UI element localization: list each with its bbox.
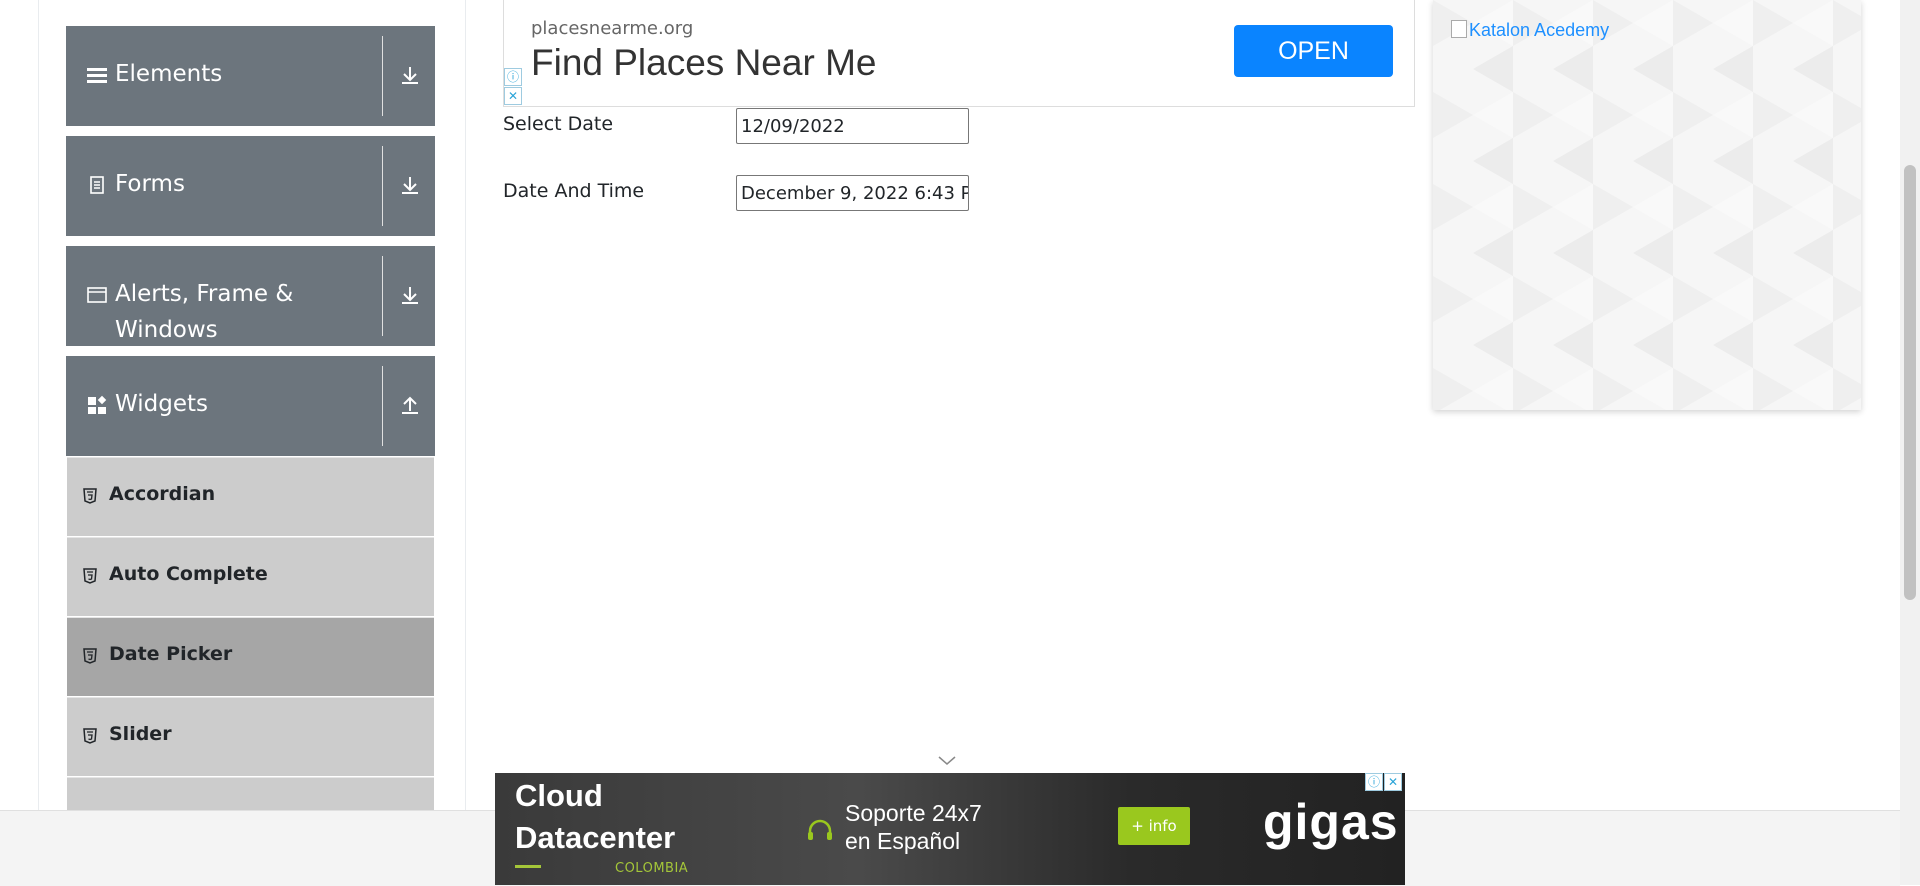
ad-headline[interactable]: Find Places Near Me (531, 42, 876, 84)
divider (382, 36, 383, 116)
ad-brand-logo: gigas (1263, 794, 1399, 850)
triangle-pattern (1433, 0, 1861, 410)
date-time-label: Date And Time (503, 180, 645, 202)
bottom-advertisement[interactable]: Cloud Datacenter COLOMBIA Soporte 24x7 e… (495, 773, 1405, 885)
ad-info-button[interactable]: + info (1118, 807, 1190, 845)
html5-icon (83, 568, 97, 584)
headset-icon (808, 819, 832, 840)
ad-open-button[interactable]: OPEN (1234, 25, 1393, 77)
left-panel: Elements Forms Alerts, Frame & Windows W… (38, 0, 466, 811)
chevron-down-icon[interactable] (936, 754, 958, 768)
menu-item-partial[interactable] (67, 777, 434, 811)
widgets-icon (88, 395, 107, 414)
menu-item-label: Date Picker (109, 643, 233, 665)
group-elements[interactable]: Elements (66, 26, 435, 126)
window-icon (87, 287, 107, 303)
hamburger-icon (87, 68, 107, 83)
ad-info-icon[interactable]: ⓘ (504, 68, 522, 86)
select-date-input[interactable]: 12/09/2022 (736, 108, 969, 144)
ad-close-icon[interactable]: ✕ (1384, 773, 1402, 791)
scrollbar-thumb[interactable] (1904, 165, 1916, 600)
group-title: Widgets (115, 391, 208, 417)
download-arrow-icon[interactable] (399, 64, 421, 86)
ad-region: COLOMBIA (615, 861, 689, 876)
menu-item-slider[interactable]: Slider (67, 697, 434, 776)
group-forms[interactable]: Forms (66, 136, 435, 236)
katalon-link[interactable]: Katalon Acedemy (1451, 20, 1609, 41)
html5-icon (83, 648, 97, 664)
menu-item-auto-complete[interactable]: Auto Complete (67, 537, 434, 616)
ad-headline: Cloud Datacenter (515, 778, 676, 855)
ad-info-icon[interactable]: ⓘ (1365, 773, 1383, 791)
group-alerts-frame-windows[interactable]: Alerts, Frame & Windows (66, 246, 435, 346)
divider (382, 146, 383, 226)
katalon-ad-image[interactable]: Katalon Acedemy (1433, 0, 1861, 410)
menu-item-label: Slider (109, 723, 172, 745)
download-arrow-icon[interactable] (399, 284, 421, 306)
ad-close-icon[interactable]: ✕ (504, 87, 522, 105)
menu-item-date-picker[interactable]: Date Picker (67, 617, 434, 696)
html5-icon (83, 728, 97, 744)
ad-accent-bar (515, 865, 541, 868)
upload-arrow-icon[interactable] (399, 394, 421, 416)
html5-icon (83, 488, 97, 504)
menu-item-accordian[interactable]: Accordian (67, 457, 434, 536)
document-icon (90, 176, 104, 194)
group-widgets[interactable]: Widgets (66, 356, 435, 456)
download-arrow-icon[interactable] (399, 174, 421, 196)
menu-item-label: Accordian (109, 483, 216, 505)
page-scrollbar[interactable] (1900, 0, 1920, 885)
divider (382, 256, 383, 336)
group-title: Forms (115, 171, 185, 197)
ad-domain: placesnearme.org (531, 18, 694, 39)
broken-image-icon (1451, 20, 1467, 38)
divider (382, 366, 383, 446)
date-time-input[interactable]: December 9, 2022 6:43 PM (736, 175, 969, 211)
menu-item-label: Auto Complete (109, 563, 268, 585)
group-title: Alerts, Frame & Windows (115, 281, 294, 343)
top-advertisement[interactable]: placesnearme.org Find Places Near Me OPE… (503, 0, 1415, 107)
group-title: Elements (115, 61, 223, 87)
ad-support-text: Soporte 24x7 en Español (845, 800, 982, 854)
select-date-label: Select Date (503, 113, 614, 135)
